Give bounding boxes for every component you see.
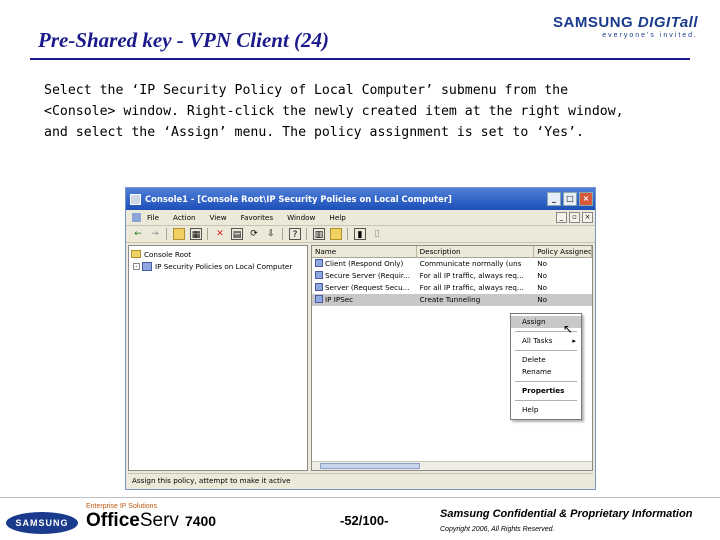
unassign-policy-icon[interactable]: ▯ xyxy=(371,228,383,240)
menu-file[interactable]: File xyxy=(147,213,159,222)
delete-icon[interactable]: ✕ xyxy=(214,228,226,240)
officeserv-logo: Enterprise IP Solutions OfficeServ 7400 xyxy=(86,503,216,532)
console-tree: Console Root - IP Security Policies on L… xyxy=(128,245,308,471)
minimize-icon[interactable]: _ xyxy=(547,192,561,206)
product-model: 7400 xyxy=(184,513,217,529)
product-name-office: Office xyxy=(86,510,140,531)
document-icon xyxy=(132,213,141,222)
product-subtitle: Enterprise IP Solutions xyxy=(86,503,158,510)
column-header-name[interactable]: Name xyxy=(312,246,417,257)
show-tree-icon[interactable]: ▦ xyxy=(190,228,202,240)
policy-icon xyxy=(315,295,323,303)
menu-action[interactable]: Action xyxy=(173,213,196,222)
column-header-policy-assigned[interactable]: Policy Assigned xyxy=(534,246,592,257)
properties-icon[interactable]: ▤ xyxy=(231,228,243,240)
instruction-text: Select the ‘IP Security Policy of Local … xyxy=(44,80,684,143)
tree-item-ip-security-policies[interactable]: - IP Security Policies on Local Computer xyxy=(131,260,305,272)
forward-arrow-icon[interactable]: → xyxy=(149,228,161,240)
menu-help[interactable]: Help xyxy=(329,213,345,222)
tree-item-console-root[interactable]: Console Root xyxy=(131,248,305,260)
menu-view[interactable]: View xyxy=(210,213,227,222)
maximize-icon[interactable]: □ xyxy=(563,192,577,206)
samsung-digitall-logo: SAMSUNG DIGITall everyone's invited. xyxy=(553,14,698,39)
brand-name-digit: DIGITall xyxy=(637,14,698,31)
table-row[interactable]: Server (Request Secu... For all IP traff… xyxy=(312,282,592,294)
window-title: Console1 - [Console Root\IP Security Pol… xyxy=(145,194,452,204)
scrollbar-thumb[interactable] xyxy=(320,463,420,469)
instruction-line-2: <Console> window. Right-click the newly … xyxy=(44,104,624,119)
new-policy-icon[interactable]: ▥ xyxy=(313,228,325,240)
child-minimize-icon[interactable]: _ xyxy=(556,212,567,223)
policy-icon xyxy=(142,261,152,271)
samsung-logo: SAMSUNG xyxy=(6,512,78,534)
horizontal-scrollbar[interactable] xyxy=(312,461,592,470)
policy-icon xyxy=(315,283,323,291)
context-menu-delete[interactable]: Delete xyxy=(511,354,581,366)
up-folder-icon[interactable] xyxy=(173,228,185,240)
folder-icon xyxy=(131,250,141,258)
console-icon xyxy=(130,193,141,205)
context-menu-rename[interactable]: Rename xyxy=(511,366,581,378)
confidential-notice: Samsung Confidential & Proprietary Infor… xyxy=(440,508,693,520)
assign-policy-icon[interactable]: ▮ xyxy=(354,228,366,240)
menu-window[interactable]: Window xyxy=(287,213,315,222)
brand-tagline: everyone's invited. xyxy=(602,32,698,39)
context-menu-help[interactable]: Help xyxy=(511,404,581,416)
refresh-icon[interactable]: ⟳ xyxy=(248,228,260,240)
help-icon[interactable]: ? xyxy=(289,228,301,240)
child-close-icon[interactable]: × xyxy=(582,212,593,223)
column-header-description[interactable]: Description xyxy=(417,246,535,257)
menu-favorites[interactable]: Favorites xyxy=(241,213,273,222)
instruction-line-1: Select the ‘IP Security Policy of Local … xyxy=(44,83,569,98)
context-menu-all-tasks[interactable]: All Tasks ▸ xyxy=(511,335,581,347)
slide-title: Pre-Shared key - VPN Client (24) xyxy=(38,28,330,52)
expand-icon[interactable]: - xyxy=(133,262,140,270)
manage-filters-icon[interactable] xyxy=(330,228,342,240)
toolbar: ← → ▦ ✕ ▤ ⟳ ⇩ ? ▥ ▮ ▯ xyxy=(126,226,595,243)
child-restore-icon[interactable]: ▫ xyxy=(569,212,580,223)
submenu-arrow-icon: ▸ xyxy=(572,336,576,345)
status-bar: Assign this policy, attempt to make it a… xyxy=(128,473,593,487)
policy-icon xyxy=(315,271,323,279)
table-row[interactable]: Client (Respond Only) Communicate normal… xyxy=(312,258,592,270)
footer-divider xyxy=(0,497,720,498)
product-name-serv: Serv xyxy=(139,510,179,531)
export-list-icon[interactable]: ⇩ xyxy=(265,228,277,240)
context-menu-properties[interactable]: Properties xyxy=(511,385,581,397)
close-icon[interactable]: × xyxy=(579,192,593,206)
title-divider xyxy=(30,58,690,60)
brand-name: SAMSUNG xyxy=(553,14,638,31)
page-number: -52/100- xyxy=(340,513,389,528)
back-arrow-icon[interactable]: ← xyxy=(132,228,144,240)
mouse-pointer-icon: ↖ xyxy=(563,322,574,336)
instruction-line-3: and select the ‘Assign’ menu. The policy… xyxy=(44,125,584,140)
copyright-notice: Copyright 2006, All Rights Reserved. xyxy=(440,526,555,533)
menu-bar: File Action View Favorites Window Help _… xyxy=(126,210,595,226)
table-row-selected[interactable]: IP IPSec Create Tunneling No xyxy=(312,294,592,306)
window-titlebar[interactable]: Console1 - [Console Root\IP Security Pol… xyxy=(126,188,595,210)
table-row[interactable]: Secure Server (Requir... For all IP traf… xyxy=(312,270,592,282)
policy-icon xyxy=(315,259,323,267)
